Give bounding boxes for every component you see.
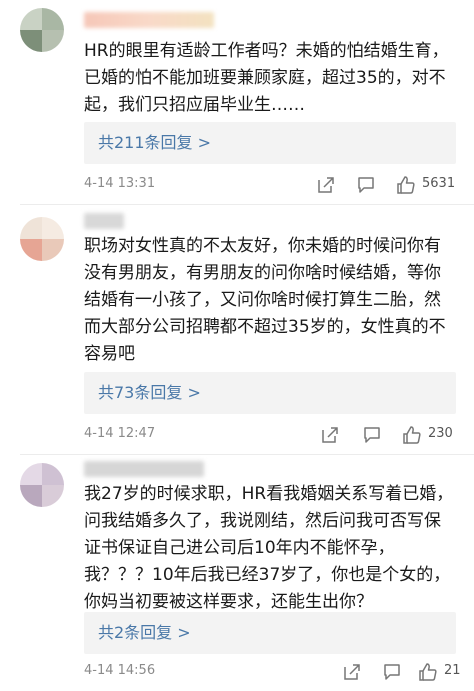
comment-item: 职场对女性真的不太友好，你未婚的时候问你有没有男朋友，有男朋友的问你啥时候结婚，…: [0, 205, 474, 455]
comment-icon[interactable]: [356, 175, 376, 195]
comment-text: 我27岁的时候求职，HR看我婚姻关系写着已婚，问我结婚多久了，我说刚结，然后问我…: [84, 484, 454, 612]
comment-time: 4-14 12:47: [84, 426, 156, 441]
comment-text: HR的眼里有适龄工作者吗？未婚的怕结婚生育，已婚的怕不能加班要兼顾家庭，超过35…: [84, 41, 449, 115]
like-icon[interactable]: [418, 662, 438, 682]
comment-time: 4-14 14:56: [84, 663, 156, 678]
replies-box[interactable]: 共2条回复 >: [84, 612, 456, 654]
username-blurred[interactable]: [84, 213, 124, 229]
comment-text: 职场对女性真的不太友好，你未婚的时候问你有没有男朋友，有男朋友的问你啥时候结婚，…: [84, 236, 446, 364]
comment-item: HR的眼里有适龄工作者吗？未婚的怕结婚生育，已婚的怕不能加班要兼顾家庭，超过35…: [0, 0, 474, 205]
avatar[interactable]: [20, 217, 64, 261]
share-icon[interactable]: [320, 425, 340, 445]
share-icon[interactable]: [316, 175, 336, 195]
comment-icon[interactable]: [362, 425, 382, 445]
replies-box[interactable]: 共211条回复 >: [84, 122, 456, 164]
username-blurred[interactable]: [84, 461, 204, 477]
share-icon[interactable]: [342, 662, 362, 682]
like-icon[interactable]: [402, 425, 422, 445]
comment-item: 我27岁的时候求职，HR看我婚姻关系写着已婚，问我结婚多久了，我说刚结，然后问我…: [0, 455, 474, 691]
comment-meta: 4-14 14:56 21: [84, 660, 461, 684]
comment-icon[interactable]: [382, 662, 402, 682]
view-replies-link[interactable]: 共73条回复 >: [98, 372, 201, 414]
like-count: 230: [428, 426, 453, 441]
view-replies-link[interactable]: 共211条回复 >: [98, 122, 211, 164]
comment-meta: 4-14 13:31 5631: [84, 173, 456, 197]
avatar[interactable]: [20, 463, 64, 507]
username-blurred[interactable]: [84, 12, 214, 28]
like-icon[interactable]: [396, 175, 416, 195]
replies-box[interactable]: 共73条回复 >: [84, 372, 456, 414]
view-replies-link[interactable]: 共2条回复 >: [98, 612, 191, 654]
avatar[interactable]: [20, 8, 64, 52]
like-count: 5631: [422, 176, 456, 191]
like-count: 21: [444, 663, 461, 678]
comment-time: 4-14 13:31: [84, 176, 156, 191]
comment-meta: 4-14 12:47 230: [84, 423, 456, 447]
